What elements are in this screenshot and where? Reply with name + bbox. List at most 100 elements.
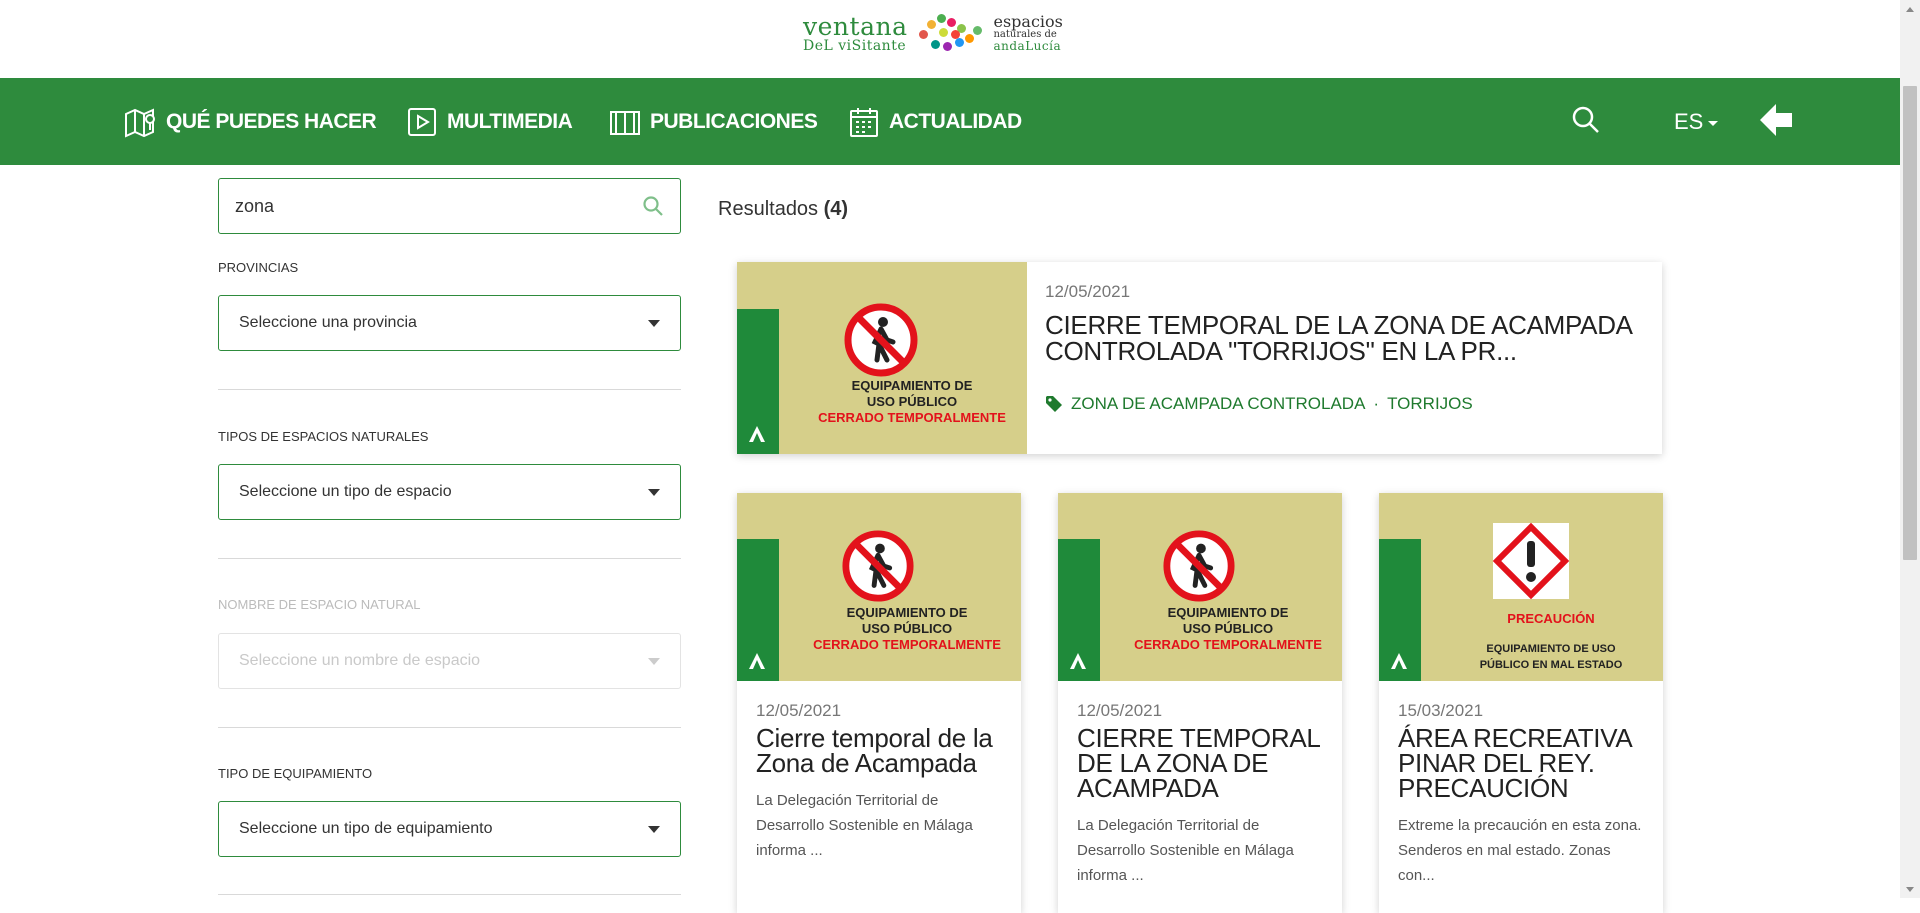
nav-que-puedes-hacer[interactable]: QUÉ PUEDES HACER xyxy=(124,78,377,165)
language-selector[interactable]: ES xyxy=(1674,78,1719,165)
back-arrow-icon[interactable] xyxy=(1756,100,1796,140)
card-excerpt: Extreme la precaución en esta zona. Send… xyxy=(1398,817,1642,884)
warning-equipment-thumbnail[interactable]: PRECAUCIÓN EQUIPAMIENTO DE USO PÚBLICO E… xyxy=(1379,493,1663,681)
filter-divider xyxy=(218,894,681,895)
search-field[interactable] xyxy=(218,178,681,234)
nombre-espacio-select: Seleccione un nombre de espacio xyxy=(218,633,681,689)
calendar-icon xyxy=(850,107,878,137)
filter-label-tipo-equipamiento: TIPO DE EQUIPAMIENTO xyxy=(218,766,373,781)
main-navbar: QUÉ PUEDES HACER MULTIMEDIA PUBLICACIONE… xyxy=(0,78,1900,165)
filter-divider xyxy=(218,389,681,390)
result-card[interactable]: EQUIPAMIENTO DE USO PÚBLICO CERRADO TEMP… xyxy=(737,493,1021,913)
card-body: 15/03/2021 ÁREA RECREATIVA PINAR DEL REY… xyxy=(1379,681,1663,908)
results-count: (4) xyxy=(823,198,849,220)
scroll-down-arrow-icon[interactable] xyxy=(1900,881,1920,898)
junta-andalucia-logo-icon xyxy=(1070,653,1086,669)
closed-equipment-thumbnail[interactable]: EQUIPAMIENTO DE USO PÚBLICO CERRADO TEMP… xyxy=(737,493,1021,681)
caret-down-icon xyxy=(648,320,660,327)
select-value: Seleccione una provincia xyxy=(239,314,417,331)
thumb-caption-line1: EQUIPAMIENTO DE xyxy=(846,605,968,620)
junta-andalucia-logo-icon xyxy=(749,653,765,669)
card-excerpt: La Delegación Territorial de Desarrollo … xyxy=(1077,817,1294,884)
search-icon[interactable] xyxy=(1570,104,1602,136)
junta-andalucia-logo-icon xyxy=(1391,653,1407,669)
provincia-select[interactable]: Seleccione una provincia xyxy=(218,295,681,351)
play-icon xyxy=(408,107,436,136)
logo-partner: espacios naturales de andaLucía xyxy=(993,12,1063,53)
logo-bar: ventana DeL viSitante espacios naturales… xyxy=(0,0,1900,78)
nav-label: MULTIMEDIA xyxy=(447,109,573,133)
filter-label-tipos-espacios: TIPOS DE ESPACIOS NATURALES xyxy=(218,429,429,444)
card-date: 12/05/2021 xyxy=(1045,282,1131,301)
search-input[interactable] xyxy=(235,179,635,233)
thumb-caption-line3: CERRADO TEMPORALMENTE xyxy=(813,637,1001,652)
filter-divider xyxy=(218,727,681,728)
no-pedestrian-sign-icon xyxy=(842,530,914,602)
thumb-caption-line2: USO PÚBLICO xyxy=(1182,621,1274,636)
thumb-caption-line1: EQUIPAMIENTO DE xyxy=(851,378,973,393)
card-body: 12/05/2021 Cierre temporal de la Zona de… xyxy=(737,681,1021,883)
closed-equipment-thumbnail[interactable]: EQUIPAMIENTO DE USO PÚBLICO CERRADO TEMP… xyxy=(737,262,1027,454)
map-pin-icon xyxy=(125,107,155,138)
results-heading: Resultados (4) xyxy=(718,198,848,221)
no-pedestrian-sign-icon xyxy=(1163,530,1235,602)
tipo-espacio-select[interactable]: Seleccione un tipo de espacio xyxy=(218,464,681,520)
nav-publicaciones[interactable]: PUBLICACIONES xyxy=(608,78,818,165)
language-label: ES xyxy=(1674,108,1704,134)
card-body: 12/05/2021 CIERRE TEMPORAL DE LA ZONA DE… xyxy=(1058,681,1342,908)
caret-down-icon xyxy=(648,826,660,833)
thumb-caption-line2: EQUIPAMIENTO DE USO xyxy=(1486,643,1616,655)
nav-actualidad[interactable]: ACTUALIDAD xyxy=(847,78,1022,165)
thumb-caption-line2: USO PÚBLICO xyxy=(861,621,953,636)
logo-brand-line2: DeL viSitante xyxy=(803,37,907,54)
logo-brand: ventana DeL viSitante xyxy=(803,14,907,53)
filter-label-provincias: PROVINCIAS xyxy=(218,260,299,275)
result-card[interactable]: PRECAUCIÓN EQUIPAMIENTO DE USO PÚBLICO E… xyxy=(1379,493,1663,913)
card-title[interactable]: ÁREA RECREATIVA PINAR DEL REY. PRECAUCIÓ… xyxy=(1398,725,1644,801)
tipo-equipamiento-select[interactable]: Seleccione un tipo de equipamiento xyxy=(218,801,681,857)
thumb-caption-line3: CERRADO TEMPORALMENTE xyxy=(1134,637,1322,652)
thumb-caption-line2: USO PÚBLICO xyxy=(866,394,958,409)
card-title[interactable]: CIERRE TEMPORAL DE LA ZONA DE ACAMPADA xyxy=(1077,725,1323,801)
card-body: 12/05/2021 CIERRE TEMPORAL DE LA ZONA DE… xyxy=(1027,262,1662,454)
nav-multimedia[interactable]: MULTIMEDIA xyxy=(405,78,573,165)
thumb-caption-line3: CERRADO TEMPORALMENTE xyxy=(818,410,1006,425)
filter-divider xyxy=(218,558,681,559)
card-tags: ZONA DE ACAMPADA CONTROLADA · TORRIJOS xyxy=(1045,394,1473,414)
card-date: 15/03/2021 xyxy=(1398,701,1484,720)
no-pedestrian-sign-icon xyxy=(844,303,918,377)
results-label: Resultados xyxy=(718,198,819,220)
search-icon[interactable] xyxy=(642,195,664,217)
thumb-caption-line3: PÚBLICO EN MAL ESTADO xyxy=(1479,659,1623,671)
result-card-featured[interactable]: EQUIPAMIENTO DE USO PÚBLICO CERRADO TEMP… xyxy=(737,262,1662,454)
tag-link[interactable]: ZONA DE ACAMPADA CONTROLADA xyxy=(1071,394,1365,414)
site-logo[interactable]: ventana DeL viSitante espacios naturales… xyxy=(803,10,1096,56)
tag-link[interactable]: TORRIJOS xyxy=(1387,394,1473,414)
tag-icon xyxy=(1046,396,1062,412)
nav-label: QUÉ PUEDES HACER xyxy=(166,109,377,133)
result-card[interactable]: EQUIPAMIENTO DE USO PÚBLICO CERRADO TEMP… xyxy=(1058,493,1342,913)
card-title[interactable]: CIERRE TEMPORAL DE LA ZONA DE ACAMPADA C… xyxy=(1045,312,1644,364)
page-scrollbar[interactable] xyxy=(1900,0,1920,898)
select-value: Seleccione un tipo de espacio xyxy=(239,483,452,500)
caret-down-icon xyxy=(648,658,660,665)
warning-sign-icon xyxy=(1492,522,1570,600)
logo-partner-line3: andaLucía xyxy=(993,39,1062,53)
filter-label-nombre-espacio: NOMBRE DE ESPACIO NATURAL xyxy=(218,597,421,612)
closed-equipment-thumbnail[interactable]: EQUIPAMIENTO DE USO PÚBLICO CERRADO TEMP… xyxy=(1058,493,1342,681)
logo-partner-line1: espacios xyxy=(993,12,1063,31)
card-title[interactable]: Cierre temporal de la Zona de Acampada xyxy=(756,725,1002,776)
scroll-up-arrow-icon[interactable] xyxy=(1900,0,1920,17)
flower-logo-icon xyxy=(915,12,985,54)
select-value: Seleccione un tipo de equipamiento xyxy=(239,820,493,837)
card-excerpt: La Delegación Territorial de Desarrollo … xyxy=(756,792,973,859)
chevron-down-icon xyxy=(1708,121,1719,126)
nav-label: ACTUALIDAD xyxy=(889,109,1022,133)
card-date: 12/05/2021 xyxy=(1077,701,1163,720)
logo-brand-line1: ventana xyxy=(803,11,908,41)
tag-separator: · xyxy=(1373,394,1380,413)
scrollbar-thumb[interactable] xyxy=(1903,86,1917,560)
card-date: 12/05/2021 xyxy=(756,701,842,720)
select-value: Seleccione un nombre de espacio xyxy=(239,652,481,669)
caret-down-icon xyxy=(648,489,660,496)
